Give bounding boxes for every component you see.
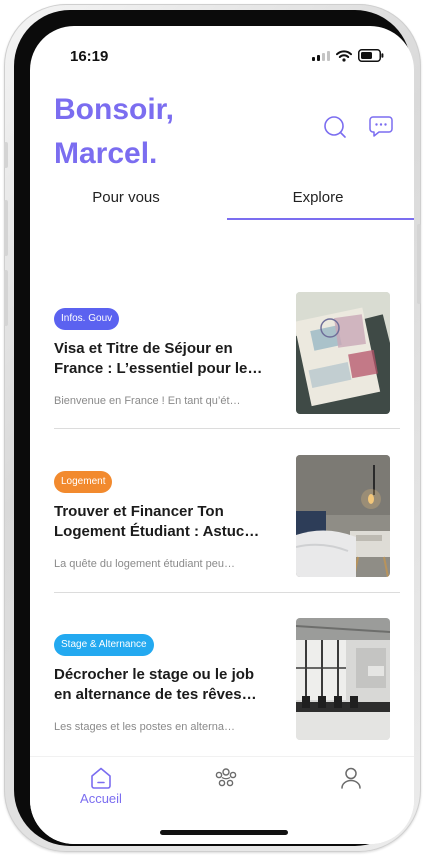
article-excerpt: La quête du logement étudiant peu… [54, 558, 236, 570]
status-icons [312, 49, 384, 62]
passport-photo [296, 292, 390, 414]
phone-frame: 16:19 Bonsoir, Marcel. Pour vous Explore… [4, 4, 421, 852]
tab-explore[interactable]: Explore [222, 180, 414, 220]
app-screen: 16:19 Bonsoir, Marcel. Pour vous Explore… [30, 26, 414, 844]
card-divider [54, 428, 400, 429]
article-card-visa[interactable]: Infos. Gouv Visa et Titre de Séjour en F… [54, 292, 390, 430]
article-excerpt: Les stages et les postes en alterna… [54, 721, 235, 733]
nav-item-profile[interactable] [311, 765, 391, 791]
bedroom-photo [296, 455, 390, 577]
mute-switch [4, 142, 8, 168]
article-title: Visa et Titre de Séjour en France : L’es… [54, 340, 263, 377]
article-card-stage[interactable]: Stage & Alternance Décrocher le stage ou… [54, 618, 390, 756]
office-photo [296, 618, 390, 740]
greeting-line-2: Marcel. [54, 137, 158, 170]
status-bar: 16:19 [30, 26, 414, 70]
phone-bezel: 16:19 Bonsoir, Marcel. Pour vous Explore… [14, 10, 414, 846]
article-title: Décrocher le stage ou le job en alternan… [54, 666, 257, 703]
article-title: Trouver et Financer Ton Logement Étudian… [54, 503, 260, 540]
nav-label-accueil: Accueil [80, 791, 122, 806]
chat-bubble-icon[interactable] [368, 114, 394, 140]
community-icon [215, 768, 237, 787]
article-excerpt: Bienvenue en France ! En tant qu’ét… [54, 395, 241, 407]
tab-pour-vous[interactable]: Pour vous [30, 180, 222, 220]
signal-icon [312, 50, 330, 61]
power-button [417, 224, 421, 304]
nav-item-community[interactable] [186, 765, 266, 791]
volume-up-button [4, 200, 8, 256]
home-indicator[interactable] [160, 830, 288, 835]
volume-down-button [4, 270, 8, 326]
active-tab-indicator [227, 218, 414, 220]
category-badge: Logement [54, 471, 113, 493]
nav-item-accueil[interactable]: Accueil [61, 765, 141, 806]
battery-icon [358, 49, 384, 62]
category-badge: Infos. Gouv [54, 308, 120, 330]
status-time: 16:19 [70, 48, 109, 65]
article-card-logement[interactable]: Logement Trouver et Financer Ton Logemen… [54, 455, 390, 593]
home-icon [91, 767, 111, 789]
category-badge: Stage & Alternance [54, 634, 154, 656]
greeting-line-1: Bonsoir, [54, 93, 175, 126]
card-divider [54, 592, 400, 593]
greeting: Bonsoir, Marcel. [54, 88, 174, 176]
feed-tabs: Pour vous Explore [30, 180, 414, 220]
person-icon [341, 767, 361, 789]
search-icon[interactable] [322, 114, 348, 140]
wifi-icon [336, 49, 352, 62]
